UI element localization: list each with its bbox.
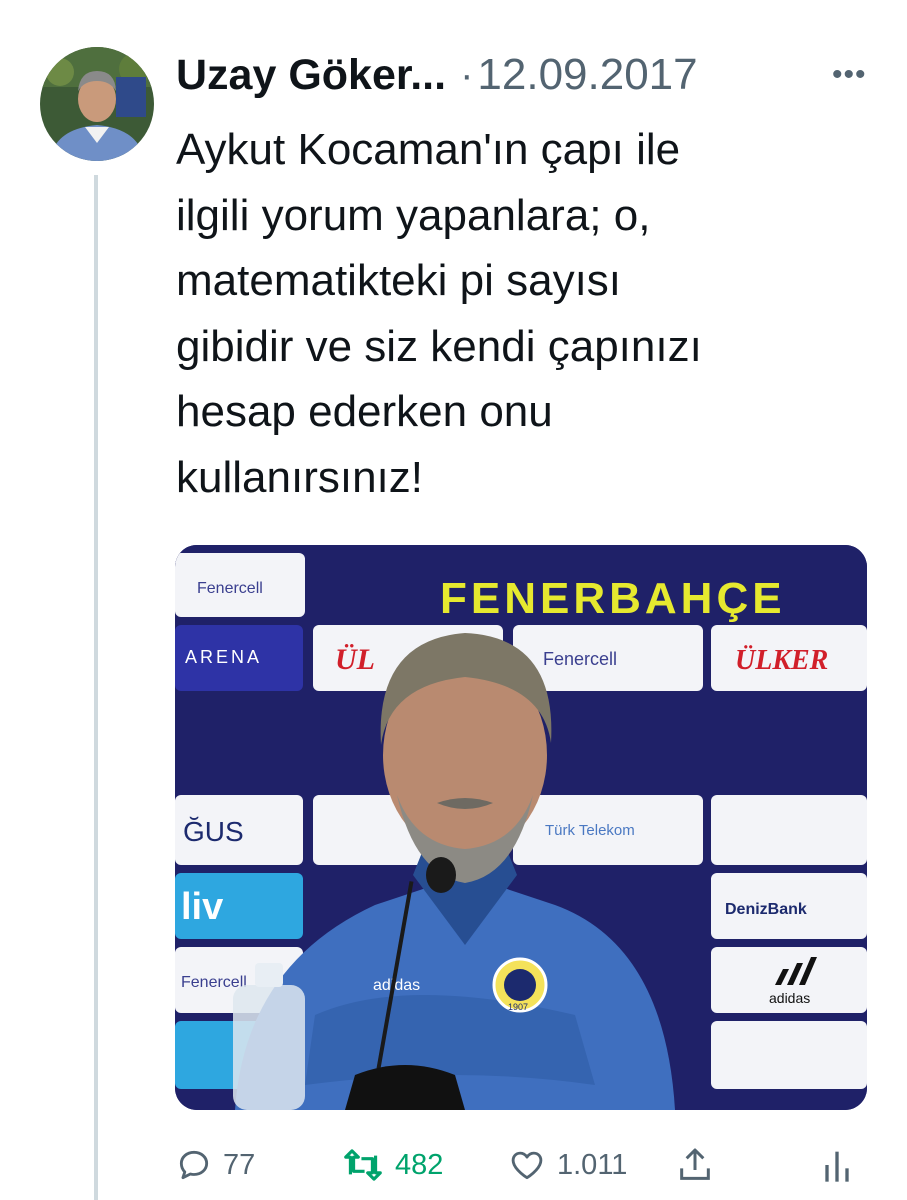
analytics-icon <box>825 1151 849 1182</box>
tweet-media-image[interactable]: FENERBAHÇE Fenercell ARENA ÜL Fenercell … <box>175 545 867 1110</box>
banner-title: FENERBAHÇE <box>440 574 786 623</box>
tweet-action-bar: 77 482 1.011 <box>175 1140 865 1190</box>
thread-connector-line <box>94 175 98 1200</box>
crest-year: 1907 <box>508 1002 528 1012</box>
sponsor-denizbank: DenizBank <box>725 901 807 918</box>
sponsor-turk-telekom-mid: Türk Telekom <box>545 822 635 839</box>
share-icon <box>680 1148 710 1180</box>
avatar[interactable] <box>40 47 154 161</box>
retweet-button[interactable]: 482 <box>341 1140 443 1190</box>
sponsor-fenercell-center: Fenercell <box>543 649 617 669</box>
tweet-header: Uzay Göker... · 12.09.2017 <box>176 44 876 106</box>
press-conference-photo: FENERBAHÇE Fenercell ARENA ÜL Fenercell … <box>175 545 867 1110</box>
like-button[interactable]: 1.011 <box>507 1140 627 1190</box>
sponsor-liv: liv <box>181 886 223 928</box>
tweet-text: Aykut Kocaman'ın çapı ile ilgili yorum y… <box>176 125 702 502</box>
reply-count: 77 <box>223 1148 256 1181</box>
sponsor-dogus: ĞUS <box>183 816 244 847</box>
tweet-date[interactable]: 12.09.2017 <box>477 50 697 100</box>
sponsor-ulker-right: ÜLKER <box>735 645 828 676</box>
like-count: 1.011 <box>557 1148 628 1181</box>
header-separator: · <box>460 52 474 97</box>
more-dots-icon[interactable]: ••• <box>832 60 867 90</box>
jacket-brand: adidas <box>373 977 420 994</box>
heart-icon <box>511 1151 543 1180</box>
author-name[interactable]: Uzay Göker... <box>176 51 446 100</box>
sponsor-left-row5: Fenercell <box>181 974 247 991</box>
retweet-icon <box>344 1149 382 1181</box>
reply-button[interactable]: 77 <box>175 1140 255 1190</box>
analytics-button[interactable] <box>820 1140 854 1190</box>
sponsor-fenercell-left: Fenercell <box>197 580 263 597</box>
reply-bubble-icon <box>179 1150 209 1180</box>
avatar-photo <box>40 47 154 161</box>
share-button[interactable] <box>675 1140 715 1190</box>
sponsor-left-row2: ARENA <box>185 647 262 667</box>
retweet-count: 482 <box>395 1148 444 1181</box>
sponsor-ulker-left: ÜL <box>335 643 375 676</box>
sponsor-adidas: adidas <box>769 990 810 1006</box>
